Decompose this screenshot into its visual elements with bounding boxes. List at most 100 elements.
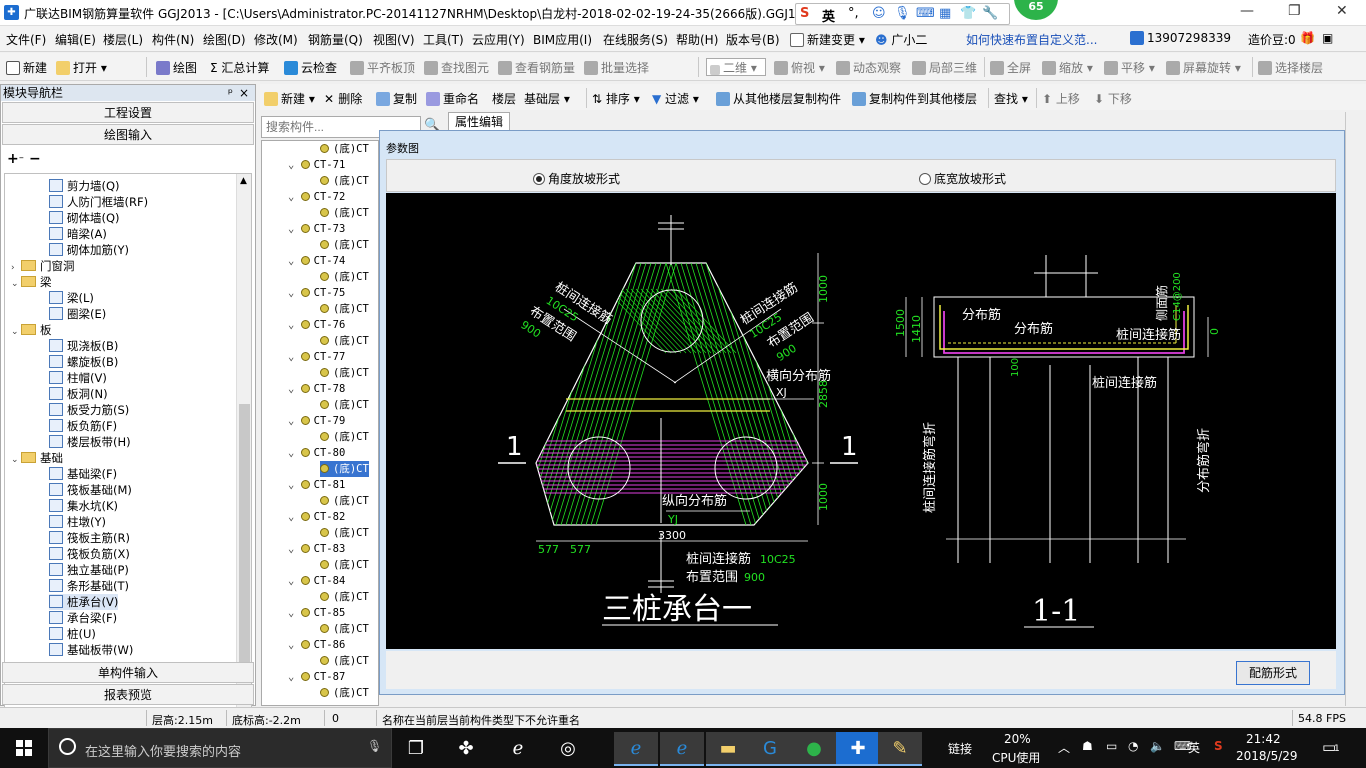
punctuation-icon[interactable]: °, <box>848 6 859 21</box>
find-button[interactable]: 查找 ▾ <box>994 90 1028 107</box>
tree-item[interactable]: 柱墩(Y) <box>49 514 106 530</box>
pin-icon[interactable]: ᵖ <box>228 85 233 101</box>
tree-item[interactable]: 螺旋板(B) <box>49 354 118 370</box>
top-view-button[interactable]: 俯视 ▾ <box>774 59 825 76</box>
tree-item[interactable]: 梁(L) <box>49 290 94 306</box>
tree-item[interactable]: 承台梁(F) <box>49 610 117 626</box>
fullscreen-button[interactable]: 全屏 <box>990 59 1031 76</box>
tree-item[interactable]: 板洞(N) <box>49 386 108 402</box>
scroll-up-icon[interactable]: ▲ <box>240 176 247 186</box>
component-sub-item[interactable]: (底)CT <box>320 653 369 669</box>
project-settings-button[interactable]: 工程设置 <box>2 102 254 123</box>
menu-edit[interactable]: 编辑(E) <box>55 31 96 48</box>
cloud-check-button[interactable]: 云检查 <box>284 59 337 76</box>
component-sub-item[interactable]: (底)CT <box>320 237 369 253</box>
pan-button[interactable]: 平移 ▾ <box>1104 59 1155 76</box>
component-sub-item[interactable]: (底)CT <box>320 301 369 317</box>
sogou-icon[interactable]: S <box>800 6 809 21</box>
collapse-all-icon[interactable]: − <box>29 151 41 167</box>
component-sub-item[interactable]: (底)CT <box>320 461 369 477</box>
move-down-button[interactable]: ⬇ 下移 <box>1094 90 1132 107</box>
tree-item[interactable]: 柱帽(V) <box>49 370 107 386</box>
menu-view[interactable]: 视图(V) <box>373 31 415 48</box>
rename-button[interactable]: 重命名 <box>426 90 479 107</box>
tree-item[interactable]: 筏板负筋(X) <box>49 546 130 562</box>
clock-date[interactable]: 2018/5/29 <box>1236 749 1298 763</box>
draw-button[interactable]: 绘图 <box>156 59 197 76</box>
edge-icon[interactable]: ℯ <box>614 732 658 766</box>
floor-select[interactable]: 基础层 ▾ <box>524 90 570 107</box>
component-sub-item[interactable]: (底)CT <box>320 397 369 413</box>
ime-language[interactable]: 英 <box>822 6 835 25</box>
green-app-icon[interactable]: ● <box>792 732 836 766</box>
microphone-icon[interactable]: 🎙 <box>367 739 382 753</box>
taskbar-search-box[interactable]: 在这里输入你要搜索的内容 🎙 <box>48 728 392 768</box>
radio-angle-slope[interactable]: 角度放坡形式 <box>533 170 620 187</box>
copy-button[interactable]: 复制 <box>376 90 417 107</box>
battery-icon[interactable]: ▭ <box>1106 739 1117 753</box>
collapse-arrow-icon[interactable]: ⌄ <box>11 452 21 468</box>
tree-item[interactable]: 暗梁(A) <box>49 226 107 242</box>
component-sub-item[interactable]: (底)CT <box>320 621 369 637</box>
component-item[interactable]: ⌄ CT-74 <box>288 253 345 269</box>
collapse-arrow-icon[interactable]: ⌄ <box>288 159 301 171</box>
align-slab-top-button[interactable]: 平齐板顶 <box>350 59 415 76</box>
tree-item[interactable]: 独立基础(P) <box>49 562 129 578</box>
new-component-button[interactable]: 新建 ▾ <box>264 90 315 107</box>
collapse-arrow-icon[interactable]: ⌄ <box>288 319 301 331</box>
component-item[interactable]: ⌄ CT-73 <box>288 221 345 237</box>
component-item[interactable]: ⌄ CT-80 <box>288 445 345 461</box>
find-element-button[interactable]: 查找图元 <box>424 59 489 76</box>
menu-new-change[interactable]: 新建变更 ▾ <box>790 31 865 48</box>
component-sub-item[interactable]: (底)CT <box>320 333 369 349</box>
menu-version[interactable]: 版本号(B) <box>726 31 780 48</box>
menu-floor[interactable]: 楼层(L) <box>103 31 143 48</box>
tree-item[interactable]: 现浇板(B) <box>49 338 118 354</box>
tree-scrollbar[interactable]: ▲ ▼ <box>236 174 251 744</box>
collapse-arrow-icon[interactable]: ⌄ <box>288 639 301 651</box>
component-item[interactable]: ⌄ CT-82 <box>288 509 345 525</box>
menu-tools[interactable]: 工具(T) <box>423 31 464 48</box>
show-hidden-icons-icon[interactable]: ︿ <box>1058 739 1070 756</box>
menu-bim[interactable]: BIM应用(I) <box>533 31 592 48</box>
tree-item[interactable]: ⌄ 板 <box>11 322 52 338</box>
clock-time[interactable]: 21:42 <box>1246 732 1281 746</box>
tree-item[interactable]: 桩(U) <box>49 626 96 642</box>
ggj-app-icon[interactable]: ✚ <box>836 732 880 766</box>
component-item[interactable]: ⌄ CT-78 <box>288 381 345 397</box>
menu-component[interactable]: 构件(N) <box>152 31 194 48</box>
radio-width-slope[interactable]: 底宽放坡形式 <box>919 170 1006 187</box>
tree-item[interactable]: 楼层板带(H) <box>49 434 131 450</box>
ie-active-icon[interactable]: ℯ <box>660 732 704 766</box>
menu-rebar-quantity[interactable]: 钢筋量(Q) <box>308 31 363 48</box>
collapse-arrow-icon[interactable]: ⌄ <box>288 351 301 363</box>
file-explorer-icon[interactable]: ▬ <box>706 732 750 766</box>
copy-from-floor-button[interactable]: 从其他楼层复制构件 <box>716 90 841 107</box>
glodon-g-icon[interactable]: G <box>748 732 792 766</box>
collapse-arrow-icon[interactable]: ⌄ <box>288 543 301 555</box>
app-icon[interactable]: ✚ <box>4 5 19 20</box>
menu-online-service[interactable]: 在线服务(S) <box>603 31 668 48</box>
component-item[interactable]: ⌄ CT-75 <box>288 285 345 301</box>
swirl-app-icon[interactable]: ◎ <box>546 732 590 766</box>
expand-all-icon[interactable]: +⁻ <box>7 151 24 167</box>
collapse-arrow-icon[interactable]: ⌄ <box>288 287 301 299</box>
collapse-arrow-icon[interactable]: ⌄ <box>288 447 301 459</box>
volume-icon[interactable]: 🔈 <box>1150 739 1165 753</box>
tree-item[interactable]: 砌体墙(Q) <box>49 210 120 226</box>
report-preview-button[interactable]: 报表预览 <box>2 684 254 705</box>
component-sub-item[interactable]: (底)CT <box>320 493 369 509</box>
sort-button[interactable]: ⇅ 排序 ▾ <box>592 90 640 107</box>
tree-item[interactable]: 剪力墙(Q) <box>49 178 120 194</box>
new-file-button[interactable]: 新建 <box>6 59 47 76</box>
tree-item[interactable]: ⌄ 基础 <box>11 450 63 466</box>
component-item[interactable]: ⌄ CT-81 <box>288 477 345 493</box>
component-item[interactable]: ⌄ CT-84 <box>288 573 345 589</box>
collapse-arrow-icon[interactable]: ⌄ <box>288 191 301 203</box>
wifi-icon[interactable]: ◔ <box>1128 739 1138 753</box>
restore-icon[interactable]: ❐ <box>1288 3 1301 19</box>
tree-item[interactable]: › 门窗洞 <box>11 258 75 274</box>
single-component-input-button[interactable]: 单构件输入 <box>2 662 254 683</box>
component-sub-item[interactable]: (底)CT <box>320 557 369 573</box>
menu-cloud[interactable]: 云应用(Y) <box>472 31 525 48</box>
